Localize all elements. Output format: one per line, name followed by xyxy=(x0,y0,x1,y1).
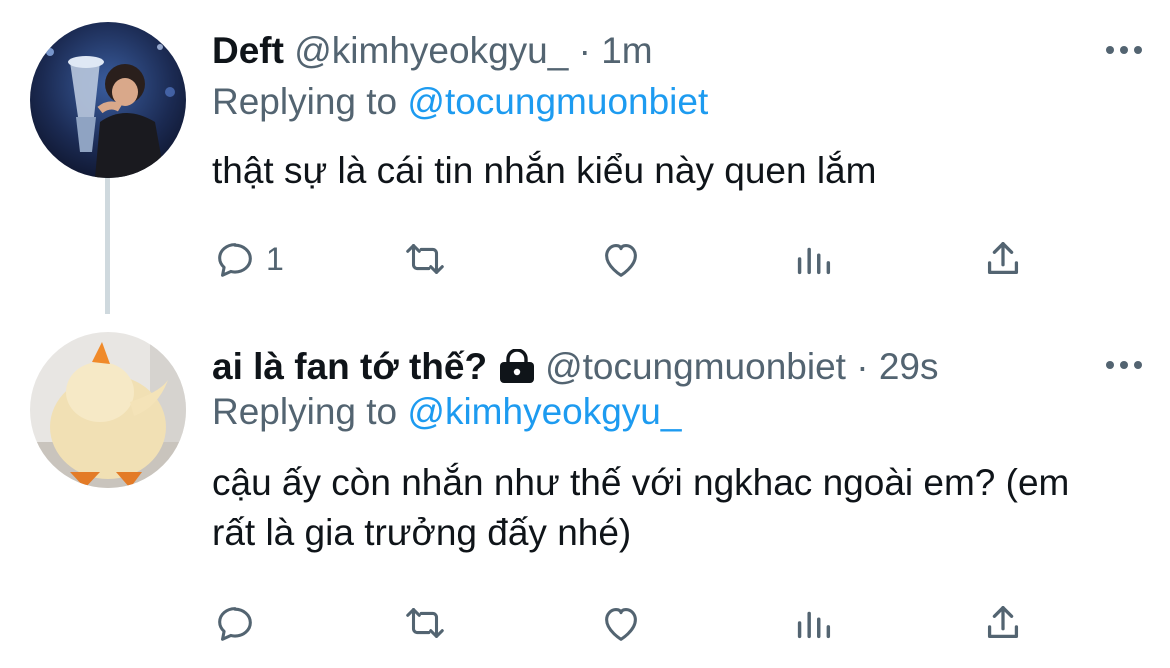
heart-icon xyxy=(605,608,637,641)
like-button[interactable] xyxy=(598,598,644,648)
tweet-text: cậu ấy còn nhắn như thế với ngkhac ngoài… xyxy=(212,462,1070,553)
reply-count: 1 xyxy=(266,240,284,277)
display-name[interactable]: ai là fan tớ thế? xyxy=(212,346,487,387)
tweet-text: thật sự là cái tin nhắn kiểu này quen lắ… xyxy=(212,150,877,191)
mention-link[interactable]: @kimhyeokgyu_ xyxy=(407,391,681,432)
action-bar: 1 xyxy=(212,234,1052,284)
reply-button[interactable]: 1 xyxy=(212,234,284,284)
tweet-header: ai là fan tớ thế? @tocungmuonbiet · 29s xyxy=(212,342,1130,392)
retweet-icon xyxy=(406,244,444,274)
reply-icon xyxy=(218,243,252,277)
avatar-deft[interactable] xyxy=(30,22,186,178)
action-bar xyxy=(212,598,1052,648)
retweet-button[interactable] xyxy=(402,234,448,284)
thread-line xyxy=(105,178,110,314)
retweet-button[interactable] xyxy=(402,598,448,648)
analytics-icon xyxy=(797,611,831,639)
like-button[interactable] xyxy=(598,234,644,284)
share-button[interactable] xyxy=(980,234,1026,284)
replying-to: Replying to @tocungmuonbiet xyxy=(212,78,708,126)
mention-link[interactable]: @tocungmuonbiet xyxy=(407,81,708,122)
reply-icon xyxy=(218,607,252,641)
heart-icon xyxy=(605,244,637,277)
analytics-button[interactable] xyxy=(790,598,836,648)
separator: · xyxy=(578,30,591,71)
tweet-header: Deft @kimhyeokgyu_ · 1m xyxy=(212,26,1130,76)
more-icon[interactable] xyxy=(1102,355,1146,375)
analytics-button[interactable] xyxy=(790,234,836,284)
replying-prefix: Replying to xyxy=(212,81,398,122)
timestamp[interactable]: 1m xyxy=(601,30,652,71)
analytics-icon xyxy=(797,247,831,275)
tweet-tocungmuonbiet[interactable]: ai là fan tớ thế? @tocungmuonbiet · 29s R… xyxy=(0,330,1170,668)
share-icon xyxy=(987,606,1019,639)
replying-prefix: Replying to xyxy=(212,391,398,432)
replying-to: Replying to @kimhyeokgyu_ xyxy=(212,388,681,436)
share-button[interactable] xyxy=(980,598,1026,648)
share-icon xyxy=(987,242,1019,275)
timestamp[interactable]: 29s xyxy=(879,346,939,387)
user-handle[interactable]: @tocungmuonbiet xyxy=(545,346,846,387)
display-name[interactable]: Deft xyxy=(212,30,284,71)
separator: · xyxy=(856,346,869,387)
user-handle[interactable]: @kimhyeokgyu_ xyxy=(294,30,568,71)
reply-button[interactable] xyxy=(212,598,258,648)
tweet-deft[interactable]: Deft @kimhyeokgyu_ · 1m Replying to @toc… xyxy=(0,0,1170,330)
retweet-icon xyxy=(406,608,444,638)
more-icon[interactable] xyxy=(1102,40,1146,60)
avatar-tocungmuonbiet[interactable] xyxy=(30,332,186,488)
